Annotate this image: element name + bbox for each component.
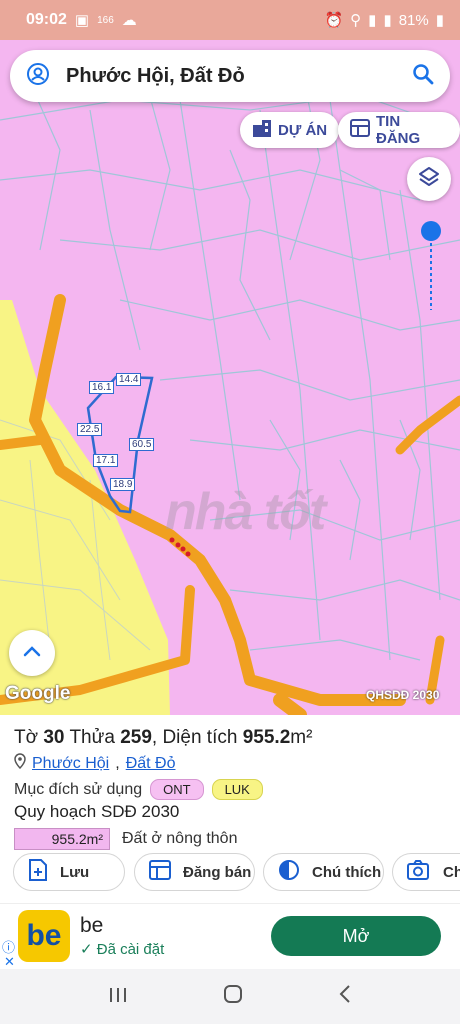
search-icon[interactable] [412,63,434,90]
du-an-chip[interactable]: DỰ ÁN [240,112,340,148]
ad-subtitle-text: Đã cài đặt [96,941,165,958]
layer-label: QHSDĐ 2030 [366,688,440,702]
gallery-icon: ▣ [74,12,90,29]
to-label: Tờ [14,727,39,748]
battery-level: 81% [398,11,429,29]
account-icon[interactable] [26,62,50,91]
ad-banner[interactable]: ⓘ ✕ be be ✓ Đã cài đặt Mở [0,903,460,969]
chevron-up-icon [22,644,42,663]
search-bar[interactable]: Phước Hội, Đất Đỏ [10,50,450,102]
parcel-label: 60.5 [129,438,155,451]
parcel-location: Phước Hội, Đất Đỏ [14,753,446,774]
contrast-icon [278,859,300,885]
home-icon[interactable] [223,983,243,1011]
to-value: 30 [43,727,65,748]
status-bar: 09:02 ▣ 166 ☁ ⏰ ⚲ ▮ ▮ 81% ▮ [0,0,460,40]
dien-tich-label: Diện tích [162,727,238,748]
installed-check-icon: ✓ [80,941,93,958]
tag-ont: ONT [150,779,204,800]
listing-icon [350,119,370,141]
thua-value: 259 [120,727,152,748]
post-sale-label: Đăng bán [183,863,252,881]
signal-icon: ▮ [368,12,377,29]
system-nav-bar [0,969,460,1024]
signal-icon-2: ▮ [383,12,392,29]
ward-link[interactable]: Phước Hội [32,755,109,773]
expand-button[interactable] [9,630,55,676]
save-label: Lưu [60,863,90,881]
parcel-label: 14.4 [116,373,142,386]
dien-tich-value: 955.2 [242,727,291,748]
location-icon: ⚲ [350,12,362,29]
legend-label: Chú thích [312,863,382,881]
map-view[interactable]: 14.4 16.1 22.5 60.5 17.1 18.9 nhà tốt [0,0,460,715]
post-sale-button[interactable]: Đăng bán [134,853,255,891]
camera-icon [407,859,431,885]
search-place-text[interactable]: Phước Hội, Đất Đỏ [66,65,412,88]
save-button[interactable]: Lưu [13,853,125,891]
parcel-label: 17.1 [93,454,119,467]
building-icon [252,119,272,141]
alarm-icon: ⏰ [324,12,344,29]
watermark: nhà tốt [165,483,326,541]
parcel-summary: Tờ 30 Thửa 259, Diện tích 955.2m² [14,727,446,749]
layers-button[interactable] [407,157,451,201]
battery-icon: ▮ [435,12,444,29]
plan-area: 955.2m² [14,828,110,850]
district-link[interactable]: Đất Đỏ [126,755,176,773]
purpose-row: Mục đích sử dụng ONT LUK [14,779,446,800]
legend-button[interactable]: Chú thích [263,853,384,891]
tin-dang-label: TIN ĐĂNG [376,113,421,147]
capture-button[interactable]: Chụ [392,853,460,891]
cloud-icon: ☁ [121,12,137,29]
recent-apps-icon[interactable] [108,983,128,1011]
location-pin-icon [14,753,26,774]
du-an-label: DỰ ÁN [278,121,328,139]
ad-app-logo: be [18,910,70,962]
parcel-label: 22.5 [77,423,103,436]
purpose-label: Mục đích sử dụng [14,780,143,798]
ad-close-icon[interactable]: ✕ [4,954,15,970]
location-comma: , [115,754,120,772]
ad-subtitle: ✓ Đã cài đặt [80,940,164,958]
add-document-icon [28,859,48,885]
google-logo: Google [5,683,71,704]
tag-luk: LUK [211,779,263,800]
back-icon[interactable] [338,983,352,1011]
action-bar: Lưu Đăng bán Chú thích Chụ [0,853,460,893]
status-time: 09:02 [26,11,67,28]
parcel-label: 16.1 [89,381,115,394]
plan-label: Quy hoạch SDĐ 2030 [14,802,180,821]
dien-tich-unit: m² [290,727,313,748]
tin-dang-chip[interactable]: TIN ĐĂNG [338,112,460,148]
plan-type: Đất ở nông thôn [122,830,238,847]
plan-row: 955.2m² Đất ở nông thôn [14,828,446,850]
listing-icon [149,860,171,884]
opacity-slider[interactable] [420,220,442,312]
separator-comma: , [151,727,158,748]
layers-icon [417,165,441,194]
map-canvas[interactable] [0,0,460,715]
capture-label: Chụ [443,863,460,881]
ad-open-button[interactable]: Mở [271,916,441,956]
thua-label: Thửa [69,727,115,748]
parcel-label: 18.9 [110,478,136,491]
notification-count: 166 [97,14,114,26]
ad-title: be [80,914,104,937]
